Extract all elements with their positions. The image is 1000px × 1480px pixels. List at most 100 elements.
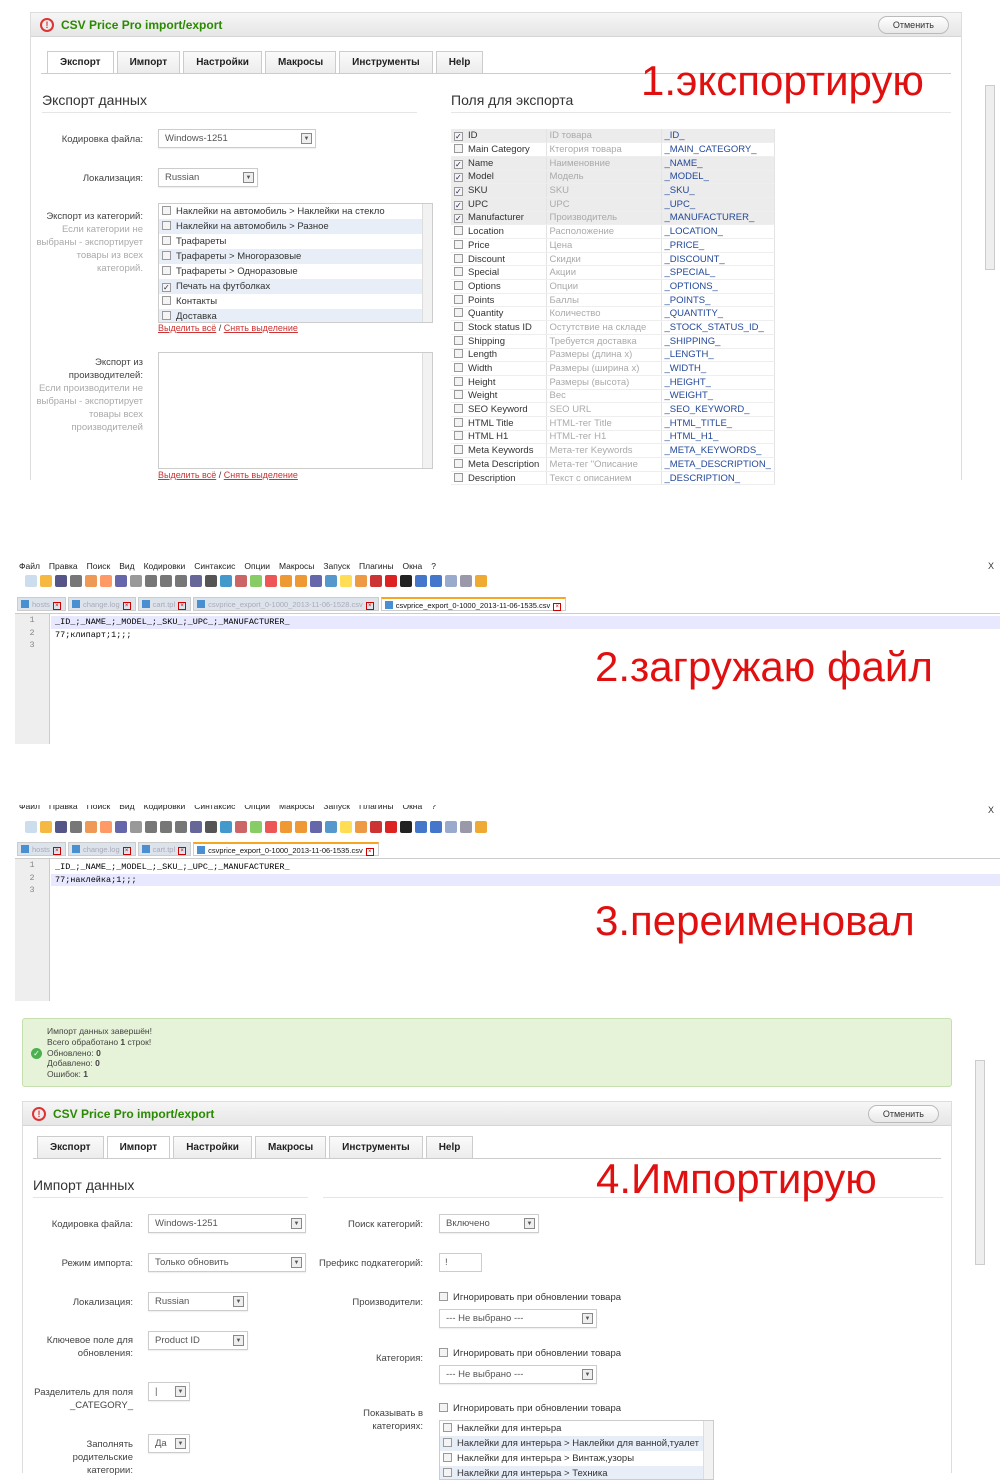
field-checkbox[interactable] [454, 321, 463, 331]
field-checkbox[interactable] [454, 431, 463, 441]
locale-select[interactable]: Russian ▼ [158, 168, 258, 187]
category-item[interactable]: Наклейки для интерьра > Наклейки для ван… [440, 1436, 703, 1451]
toolbar-button-icon[interactable] [250, 575, 262, 587]
checkbox[interactable] [162, 266, 171, 275]
checkbox[interactable] [439, 1292, 448, 1301]
toolbar-button-icon[interactable] [115, 575, 127, 587]
category-search-select[interactable]: Включено ▼ [439, 1214, 539, 1233]
toolbar-button-icon[interactable] [370, 575, 382, 587]
checkbox[interactable] [443, 1453, 452, 1462]
toolbar-button-icon[interactable] [145, 821, 157, 833]
category-item[interactable]: ✓ Печать на футболках [159, 279, 422, 294]
tab-3[interactable]: Макросы [254, 1136, 327, 1158]
toolbar-button-icon[interactable] [220, 821, 232, 833]
locale-select[interactable]: Russian ▼ [148, 1292, 248, 1311]
menu-item[interactable]: Файл [19, 561, 40, 571]
category-item[interactable]: Трафареты > Многоразовые [159, 249, 422, 264]
checkbox[interactable] [443, 1438, 452, 1447]
field-checkbox[interactable] [454, 294, 463, 304]
category-list[interactable]: Наклейки на автомобиль > Наклейки на сте… [158, 203, 433, 323]
toolbar-button-icon[interactable] [160, 575, 172, 587]
scrollbar[interactable] [422, 353, 432, 468]
category-item[interactable]: Наклейки для интерьра > Техника [440, 1466, 703, 1479]
scrollbar[interactable] [703, 1421, 713, 1479]
file-tab[interactable]: csvprice_export_0-1000_2013-11-06-1535.c… [193, 842, 379, 856]
toolbar-button-icon[interactable] [310, 575, 322, 587]
prefix-input[interactable]: ! [439, 1253, 482, 1272]
close-button[interactable]: X [988, 805, 994, 815]
toolbar-button-icon[interactable] [130, 821, 142, 833]
toolbar-button-icon[interactable] [100, 575, 112, 587]
toolbar-button-icon[interactable] [235, 821, 247, 833]
menu-item[interactable]: Синтаксис [194, 805, 235, 811]
field-checkbox[interactable] [454, 280, 463, 290]
toolbar-button-icon[interactable] [430, 575, 442, 587]
cancel-button[interactable]: Отменить [877, 16, 949, 34]
toolbar-button-icon[interactable] [415, 575, 427, 587]
field-checkbox[interactable] [454, 267, 463, 277]
toolbar-button-icon[interactable] [250, 821, 262, 833]
field-checkbox[interactable] [454, 376, 463, 386]
close-tab-icon[interactable]: × [122, 847, 131, 855]
toolbar-button-icon[interactable] [130, 575, 142, 587]
toolbar-button-icon[interactable] [430, 821, 442, 833]
close-tab-icon[interactable]: × [52, 602, 61, 610]
file-tab[interactable]: hosts × [17, 842, 66, 856]
toolbar-button-icon[interactable] [460, 575, 472, 587]
close-tab-icon[interactable]: × [122, 602, 131, 610]
checkbox[interactable] [439, 1403, 448, 1412]
category-item[interactable]: Наклейки для интерьра > Винтаж,узоры [440, 1451, 703, 1466]
toolbar-button-icon[interactable] [400, 575, 412, 587]
checkbox[interactable] [162, 236, 171, 245]
tab-5[interactable]: Help [435, 51, 484, 73]
category-item[interactable]: Наклейки на автомобиль > Наклейки на сте… [159, 204, 422, 219]
toolbar-button-icon[interactable] [115, 821, 127, 833]
field-checkbox[interactable]: ✓ [454, 173, 463, 183]
toolbar-button-icon[interactable] [370, 821, 382, 833]
checkbox[interactable]: ✓ [162, 283, 171, 292]
menu-item[interactable]: Опции [244, 561, 270, 571]
category-item[interactable]: Наклейки на автомобиль > Разное [159, 219, 422, 234]
tab-3[interactable]: Макросы [264, 51, 337, 73]
menu-item[interactable]: Вид [119, 805, 134, 811]
category-item[interactable]: Трафареты > Одноразовые [159, 264, 422, 279]
toolbar-button-icon[interactable] [460, 821, 472, 833]
file-tab[interactable]: change.log × [67, 597, 136, 611]
field-checkbox[interactable] [454, 335, 463, 345]
toolbar-button-icon[interactable] [85, 821, 97, 833]
toolbar-button-icon[interactable] [415, 821, 427, 833]
category-item[interactable]: Наклейки для интерьра [440, 1421, 703, 1436]
menu-item[interactable]: Окна [402, 561, 422, 571]
tab-4[interactable]: Инструменты [339, 51, 433, 73]
checkbox[interactable] [443, 1423, 452, 1432]
toolbar-button-icon[interactable] [205, 575, 217, 587]
tab-2[interactable]: Настройки [173, 1136, 252, 1158]
toolbar-button-icon[interactable] [280, 575, 292, 587]
menu-item[interactable]: Правка [49, 561, 78, 571]
category-item[interactable]: Доставка [159, 309, 422, 322]
menu-item[interactable]: Плагины [359, 805, 393, 811]
toolbar-button-icon[interactable] [385, 821, 397, 833]
field-checkbox[interactable] [454, 349, 463, 359]
menu-item[interactable]: Плагины [359, 561, 393, 571]
toolbar-button-icon[interactable] [385, 575, 397, 587]
field-checkbox[interactable]: ✓ [454, 132, 463, 142]
file-tab[interactable]: change.log × [67, 842, 136, 856]
tab-1[interactable]: Импорт [116, 51, 181, 73]
ignore-manufacturer-checkbox[interactable]: Игнорировать при обновлении товара [439, 1292, 621, 1303]
show-categories-list[interactable]: Наклейки для интерьра Наклейки для интерь… [439, 1420, 714, 1480]
menu-item[interactable]: Правка [49, 805, 78, 811]
toolbar-button-icon[interactable] [40, 821, 52, 833]
category-item[interactable]: Контакты [159, 294, 422, 309]
tab-0[interactable]: Экспорт [47, 51, 114, 74]
close-tab-icon[interactable]: × [52, 847, 61, 855]
toolbar-button-icon[interactable] [190, 821, 202, 833]
toolbar-button-icon[interactable] [295, 575, 307, 587]
delimiter-select[interactable]: | ▼ [148, 1382, 190, 1401]
menu-item[interactable]: Окна [402, 805, 422, 811]
file-tab[interactable]: cart.tpl × [137, 842, 192, 856]
field-checkbox[interactable] [454, 239, 463, 249]
close-tab-icon[interactable]: × [178, 847, 187, 855]
menu-item[interactable]: Макросы [279, 805, 314, 811]
checkbox[interactable] [162, 221, 171, 230]
